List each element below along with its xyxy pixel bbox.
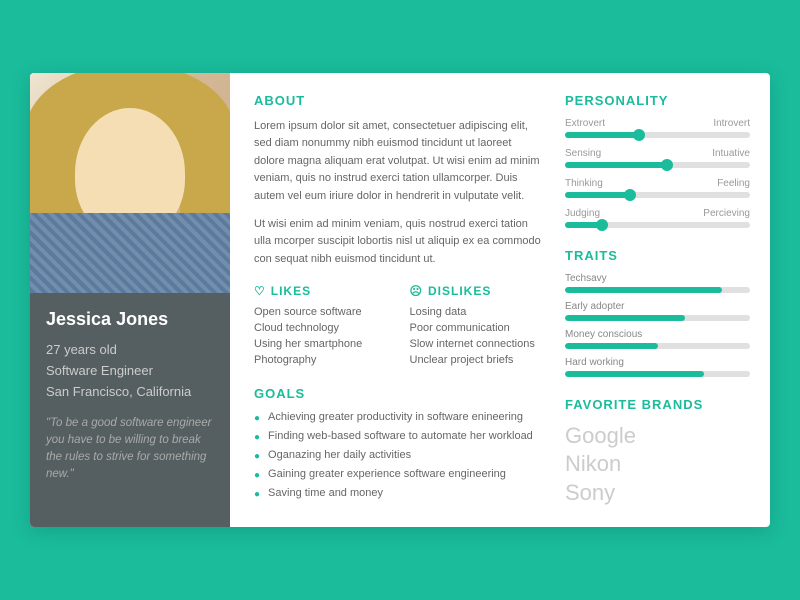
bullet-icon: ● <box>254 413 260 424</box>
personality-slider-row: Thinking Feeling <box>565 178 750 198</box>
slider-labels: Judging Percieving <box>565 208 750 219</box>
personality-slider-row: Sensing Intuative <box>565 148 750 168</box>
profile-info: Jessica Jones 27 years old Software Engi… <box>30 293 230 528</box>
trait-fill <box>565 287 722 293</box>
avatar <box>30 73 230 293</box>
list-item: Photography <box>254 354 390 366</box>
slider-track[interactable] <box>565 132 750 138</box>
about-title: ABOUT <box>254 93 545 108</box>
right-panel: ABOUT Lorem ipsum dolor sit amet, consec… <box>230 73 770 528</box>
goal-item: ● Saving time and money <box>254 487 545 500</box>
trait-track <box>565 287 750 293</box>
goal-item: ● Oganazing her daily activities <box>254 449 545 462</box>
bullet-icon: ● <box>254 451 260 462</box>
slider-right-label: Percieving <box>703 208 750 219</box>
slider-thumb <box>633 129 645 141</box>
trait-label: Techsavy <box>565 273 750 284</box>
list-item: Open source software <box>254 306 390 318</box>
profile-quote: "To be a good software engineer you have… <box>46 415 214 484</box>
list-item: Slow internet connections <box>410 338 546 350</box>
slider-right-label: Feeling <box>717 178 750 189</box>
likes-dislikes: LIKES Open source software Cloud technol… <box>254 284 545 370</box>
slider-right-label: Intuative <box>712 148 750 159</box>
list-item: Cloud technology <box>254 322 390 334</box>
brand-item: Sony <box>565 479 750 508</box>
personality-slider-row: Judging Percieving <box>565 208 750 228</box>
profile-job: Software Engineer <box>46 363 214 378</box>
trait-track <box>565 315 750 321</box>
goals-title: GOALS <box>254 386 545 401</box>
right-top: ABOUT Lorem ipsum dolor sit amet, consec… <box>254 93 750 508</box>
left-panel: Jessica Jones 27 years old Software Engi… <box>30 73 230 528</box>
trait-track <box>565 343 750 349</box>
brand-item: Google <box>565 422 750 451</box>
personality-slider-row: Extrovert Introvert <box>565 118 750 138</box>
profile-location: San Francisco, California <box>46 384 214 399</box>
traits-title: TRAITS <box>565 248 750 263</box>
personality-section: PERSONALITY Extrovert Introvert Sensing … <box>565 93 750 228</box>
trait-fill <box>565 343 658 349</box>
goal-item: ● Achieving greater productivity in soft… <box>254 411 545 424</box>
goals-section: GOALS ● Achieving greater productivity i… <box>254 386 545 500</box>
slider-fill <box>565 192 630 198</box>
bullet-icon: ● <box>254 470 260 481</box>
trait-track <box>565 371 750 377</box>
sad-icon <box>410 284 424 298</box>
trait-row: Techsavy <box>565 273 750 293</box>
slider-thumb <box>661 159 673 171</box>
heart-icon <box>254 284 266 298</box>
trait-row: Money conscious <box>565 329 750 349</box>
trait-fill <box>565 371 704 377</box>
trait-fill <box>565 315 685 321</box>
about-para2: Ut wisi enim ad minim veniam, quis nostr… <box>254 216 545 269</box>
goal-item: ● Finding web-based software to automate… <box>254 430 545 443</box>
slider-left-label: Sensing <box>565 148 601 159</box>
slider-track[interactable] <box>565 192 750 198</box>
profile-name: Jessica Jones <box>46 309 214 330</box>
trait-row: Hard working <box>565 357 750 377</box>
about-para1: Lorem ipsum dolor sit amet, consectetuer… <box>254 118 545 206</box>
slider-left-label: Extrovert <box>565 118 605 129</box>
slider-labels: Thinking Feeling <box>565 178 750 189</box>
slider-thumb <box>624 189 636 201</box>
traits-section: TRAITS Techsavy Early adopter Money cons… <box>565 248 750 377</box>
brands-title: FAVORITE BRANDS <box>565 397 750 412</box>
likes-column: LIKES Open source software Cloud technol… <box>254 284 390 370</box>
dislikes-title: DISLIKES <box>410 284 546 298</box>
dislikes-column: DISLIKES Losing data Poor communication … <box>410 284 546 370</box>
slider-fill <box>565 162 667 168</box>
list-item: Unclear project briefs <box>410 354 546 366</box>
bullet-icon: ● <box>254 489 260 500</box>
about-section: ABOUT Lorem ipsum dolor sit amet, consec… <box>254 93 545 269</box>
trait-row: Early adopter <box>565 301 750 321</box>
profile-card: Jessica Jones 27 years old Software Engi… <box>30 73 770 528</box>
slider-fill <box>565 132 639 138</box>
personality-title: PERSONALITY <box>565 93 750 108</box>
goal-item: ● Gaining greater experience software en… <box>254 468 545 481</box>
likes-title: LIKES <box>254 284 390 298</box>
brand-item: Nikon <box>565 450 750 479</box>
bullet-icon: ● <box>254 432 260 443</box>
list-item: Losing data <box>410 306 546 318</box>
trait-label: Early adopter <box>565 301 750 312</box>
slider-labels: Sensing Intuative <box>565 148 750 159</box>
slider-right-label: Introvert <box>713 118 750 129</box>
brands-section: FAVORITE BRANDS GoogleNikonSony <box>565 397 750 508</box>
list-item: Using her smartphone <box>254 338 390 350</box>
list-item: Poor communication <box>410 322 546 334</box>
slider-left-label: Judging <box>565 208 600 219</box>
slider-left-label: Thinking <box>565 178 603 189</box>
personality-panel: PERSONALITY Extrovert Introvert Sensing … <box>565 93 750 508</box>
trait-label: Money conscious <box>565 329 750 340</box>
slider-thumb <box>596 219 608 231</box>
slider-track[interactable] <box>565 222 750 228</box>
main-content: ABOUT Lorem ipsum dolor sit amet, consec… <box>254 93 545 508</box>
trait-label: Hard working <box>565 357 750 368</box>
profile-age: 27 years old <box>46 342 214 357</box>
slider-labels: Extrovert Introvert <box>565 118 750 129</box>
slider-track[interactable] <box>565 162 750 168</box>
